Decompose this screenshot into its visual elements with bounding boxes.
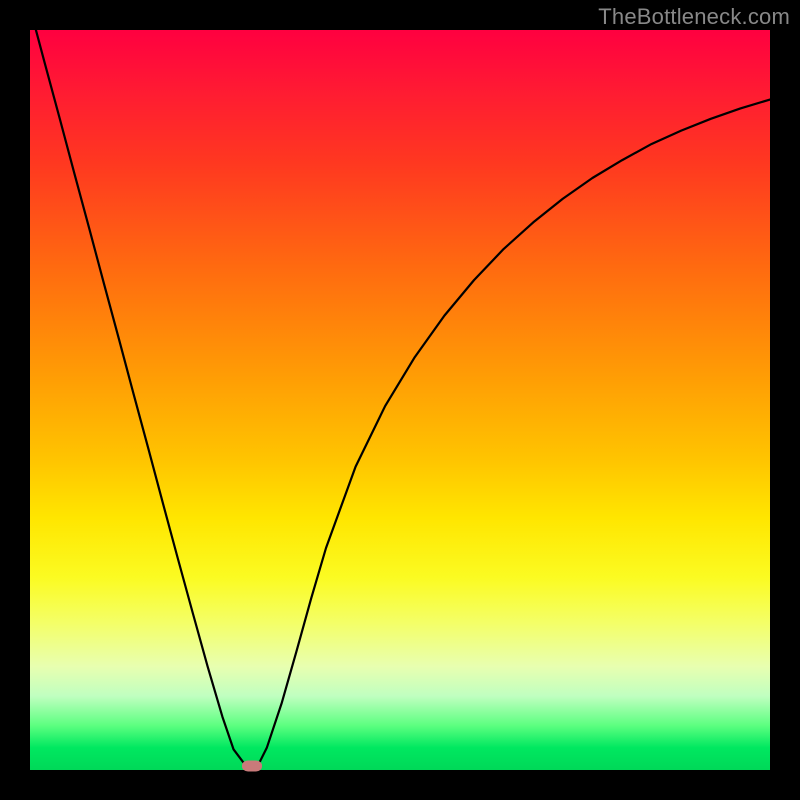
curve-svg	[30, 30, 770, 770]
bottleneck-curve	[30, 8, 770, 770]
plot-area	[30, 30, 770, 770]
watermark-text: TheBottleneck.com	[598, 4, 790, 30]
chart-frame: TheBottleneck.com	[0, 0, 800, 800]
minimum-marker	[242, 761, 262, 772]
